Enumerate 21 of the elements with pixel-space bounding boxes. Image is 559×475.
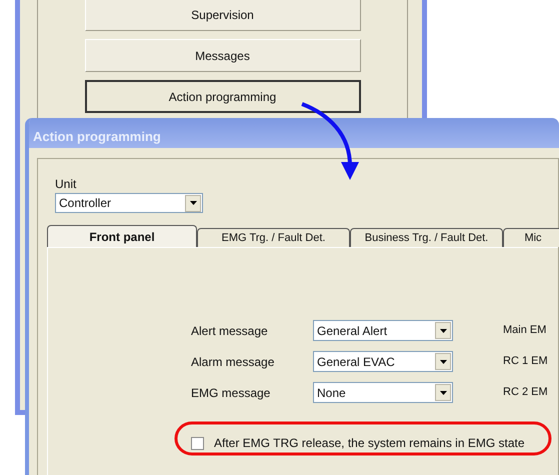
field-label: EMG message <box>191 384 272 402</box>
status-label: RC 2 EM <box>503 385 548 400</box>
message-dropdown[interactable]: None <box>313 382 453 403</box>
field-label: Alert message <box>191 322 269 340</box>
menu-button[interactable]: Messages <box>84 39 360 72</box>
status-label: Main EM <box>503 323 546 338</box>
menu-button[interactable]: Supervision <box>84 0 360 31</box>
unit-label: Unit <box>55 177 78 191</box>
field-label: Alarm message <box>191 354 276 370</box>
tab[interactable]: Front panel <box>47 225 197 247</box>
menu-button[interactable]: Action programming <box>84 80 360 113</box>
message-dropdown[interactable]: General EVAC <box>313 351 453 372</box>
checkbox[interactable] <box>191 436 204 450</box>
message-dropdown[interactable]: General Alert <box>313 320 453 341</box>
tab[interactable]: EMG Trg. / Fault Det. <box>197 228 350 247</box>
checkbox-label: After EMG TRG release, the system remains in EMG state <box>214 435 525 452</box>
window-title: Action programming <box>29 118 559 148</box>
status-label: RC 1 EM <box>503 354 548 370</box>
unit-dropdown[interactable]: Controller <box>55 193 203 213</box>
tab[interactable]: Mic <box>503 228 559 247</box>
tab[interactable]: Business Trg. / Fault Det. <box>350 228 503 247</box>
